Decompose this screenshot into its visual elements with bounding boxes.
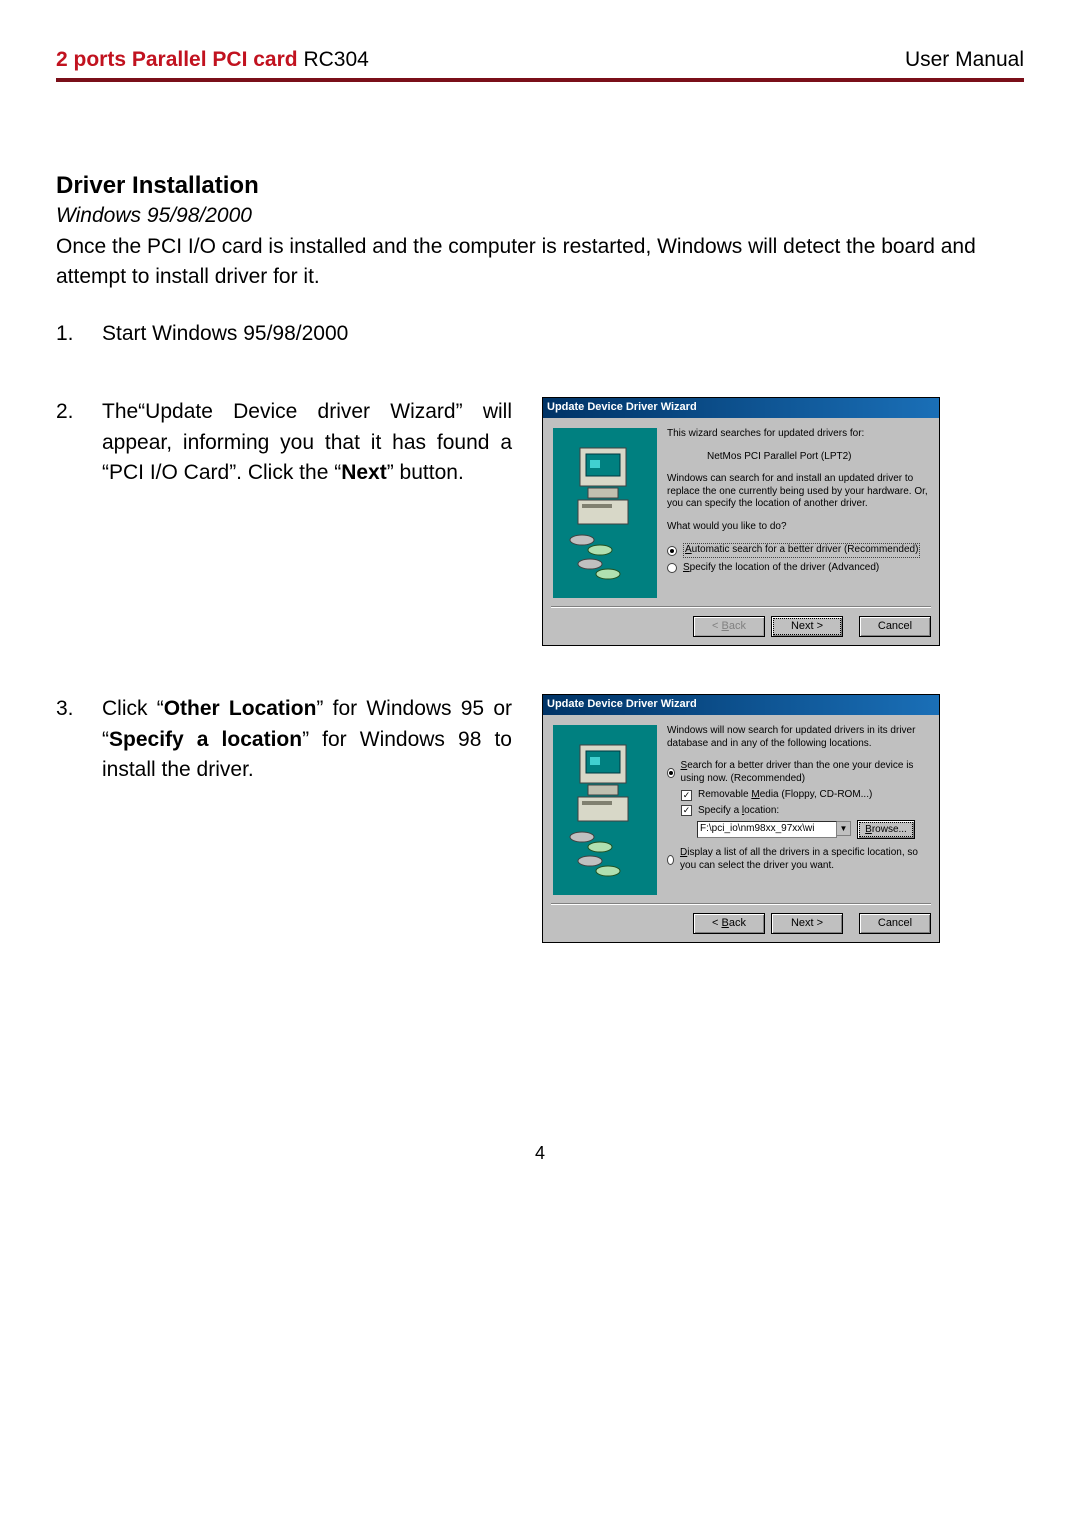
checkbox-removable-media[interactable]: ✓ Removable Media (Floppy, CD-ROM...) <box>681 789 929 802</box>
step-number: 2. <box>56 397 84 646</box>
radio-icon <box>667 768 675 778</box>
wizard-sidebar-image <box>553 428 657 598</box>
back-button[interactable]: < Back <box>693 913 765 934</box>
location-path-input[interactable]: F:\pci_io\nm98xx_97xx\wi <box>697 821 837 838</box>
radio-icon <box>667 546 677 556</box>
radio-icon <box>667 855 674 865</box>
cancel-button[interactable]: Cancel <box>859 616 931 637</box>
radio-option-search[interactable]: Search for a better driver than the one … <box>667 760 929 785</box>
wizard-title: Update Device Driver Wizard <box>543 398 939 418</box>
step-2: 2. The“Update Device driver Wizard” will… <box>56 397 1024 646</box>
checkbox-icon: ✓ <box>681 805 692 816</box>
browse-button[interactable]: Browse... <box>857 820 915 839</box>
wizard-line: Windows can search for and install an up… <box>667 473 929 511</box>
step-list: 1. Start Windows 95/98/2000 2. The“Updat… <box>56 319 1024 943</box>
section-title: Driver Installation <box>56 172 1024 200</box>
radio-option-specify[interactable]: Specify the location of the driver (Adva… <box>667 562 929 575</box>
checkbox-specify-location[interactable]: ✓ Specify a location: <box>681 805 929 818</box>
step-number: 1. <box>56 319 84 349</box>
back-button: < Back <box>693 616 765 637</box>
next-button[interactable]: Next > <box>771 913 843 934</box>
step-text: The“Update Device driver Wizard” will ap… <box>102 397 512 488</box>
wizard-content: Windows will now search for updated driv… <box>667 725 929 895</box>
checkbox-label: Removable Media (Floppy, CD-ROM...) <box>698 789 872 802</box>
step-number: 3. <box>56 694 84 943</box>
wizard-line: This wizard searches for updated drivers… <box>667 428 929 441</box>
intro-paragraph: Once the PCI I/O card is installed and t… <box>56 232 1024 293</box>
radio-label: Specify the location of the driver (Adva… <box>683 562 879 575</box>
wizard-button-row: < Back Next > Cancel <box>543 608 939 645</box>
wizard-line: What would you like to do? <box>667 521 929 534</box>
wizard-button-row: < Back Next > Cancel <box>543 905 939 942</box>
step-3: 3. Click “Other Location” for Windows 95… <box>56 694 1024 943</box>
wizard-device-name: NetMos PCI Parallel Port (LPT2) <box>707 451 929 464</box>
doc-type: User Manual <box>905 48 1024 72</box>
product-model: RC304 <box>303 48 368 71</box>
header-divider <box>56 78 1024 82</box>
checkbox-label: Specify a location: <box>698 805 779 818</box>
radio-option-display-list[interactable]: Display a list of all the drivers in a s… <box>667 847 929 872</box>
radio-label: Automatic search for a better driver (Re… <box>683 543 920 558</box>
product-name: 2 ports Parallel PCI card <box>56 48 298 71</box>
page-header: 2 ports Parallel PCI card RC304 User Man… <box>56 48 1024 72</box>
radio-icon <box>667 563 677 573</box>
radio-option-automatic[interactable]: Automatic search for a better driver (Re… <box>667 543 929 558</box>
page: 2 ports Parallel PCI card RC304 User Man… <box>0 0 1080 1204</box>
step-text: Click “Other Location” for Windows 95 or… <box>102 694 512 785</box>
dropdown-caret-icon[interactable]: ▼ <box>837 821 851 836</box>
computer-icon <box>560 438 650 588</box>
radio-label: Search for a better driver than the one … <box>681 760 929 785</box>
computer-icon <box>560 735 650 885</box>
wizard-content: This wizard searches for updated drivers… <box>667 428 929 598</box>
page-number: 4 <box>56 1143 1024 1164</box>
wizard-line: Windows will now search for updated driv… <box>667 725 929 750</box>
checkbox-icon: ✓ <box>681 790 692 801</box>
wizard-title: Update Device Driver Wizard <box>543 695 939 715</box>
wizard-sidebar-image <box>553 725 657 895</box>
radio-label: Display a list of all the drivers in a s… <box>680 847 929 872</box>
os-line: Windows 95/98/2000 <box>56 204 1024 228</box>
next-button[interactable]: Next > <box>771 616 843 637</box>
step-text: Start Windows 95/98/2000 <box>102 319 1024 349</box>
wizard-dialog-1: Update Device Driver Wizard <box>542 397 940 646</box>
header-left: 2 ports Parallel PCI card RC304 <box>56 48 369 72</box>
cancel-button[interactable]: Cancel <box>859 913 931 934</box>
step-1: 1. Start Windows 95/98/2000 <box>56 319 1024 349</box>
wizard-dialog-2: Update Device Driver Wizard <box>542 694 940 943</box>
